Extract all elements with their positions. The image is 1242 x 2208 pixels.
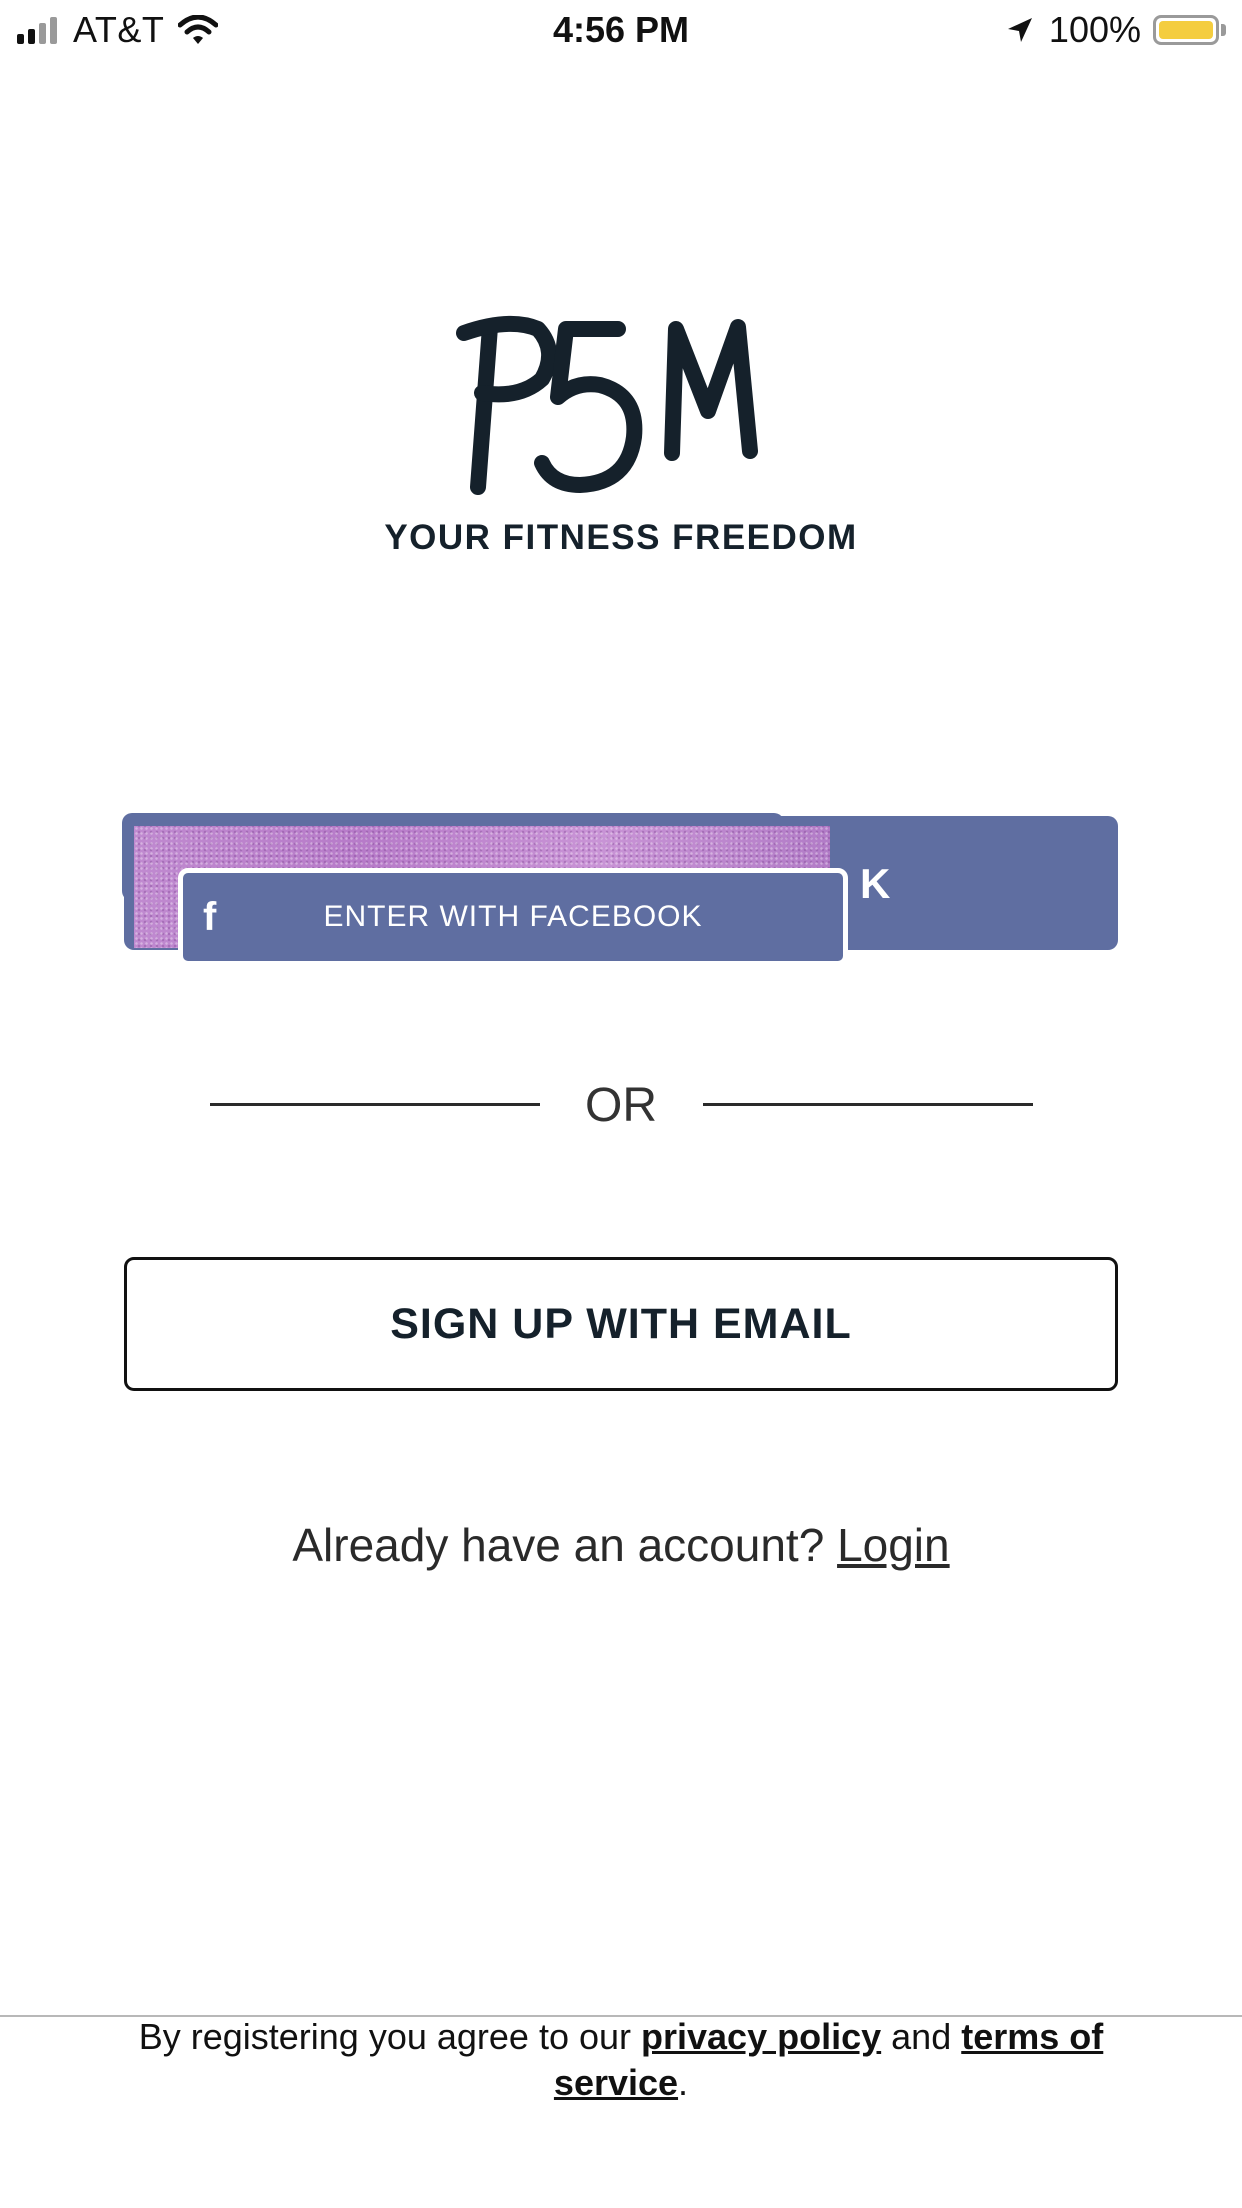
facebook-button-label: ENTER WITH FACEBOOK <box>323 900 703 933</box>
divider-line-right <box>703 1103 1033 1106</box>
tagline: YOUR FITNESS FREEDOM <box>384 518 858 557</box>
status-right: 100% <box>1005 8 1226 52</box>
login-prompt: Already have an account? Login <box>0 1518 1242 1572</box>
legal-notice-prefix: By registering you agree to our <box>138 2016 631 2057</box>
facebook-login-button[interactable]: ENTER WITH FACEBOOK f <box>178 868 848 966</box>
facebook-button-ghost-label: K <box>860 860 891 907</box>
or-divider-label: OR <box>585 1079 657 1132</box>
legal-notice: By registering you agree to our privacy … <box>90 2014 1152 2106</box>
legal-notice-suffix: . <box>678 2062 689 2103</box>
battery-tip <box>1221 24 1226 36</box>
privacy-policy-link[interactable]: privacy policy <box>641 2016 881 2057</box>
battery-level <box>1159 21 1213 39</box>
battery-percentage: 100% <box>1048 9 1141 50</box>
legal-notice-and: and <box>891 2016 952 2057</box>
signup-screen: AT&T 4:56 PM 100% YOUR FITNESS FREEDOM K… <box>0 0 1242 2208</box>
p5m-logo <box>456 315 758 495</box>
login-prompt-text: Already have an account? <box>292 1519 825 1571</box>
battery-icon <box>1153 15 1219 45</box>
status-bar: AT&T 4:56 PM 100% <box>0 0 1242 64</box>
sign-up-with-email-button[interactable]: SIGN UP WITH EMAIL <box>124 1257 1118 1391</box>
login-link[interactable]: Login <box>837 1519 950 1571</box>
facebook-f-icon: f <box>203 895 217 939</box>
location-arrow-icon <box>1007 18 1032 42</box>
